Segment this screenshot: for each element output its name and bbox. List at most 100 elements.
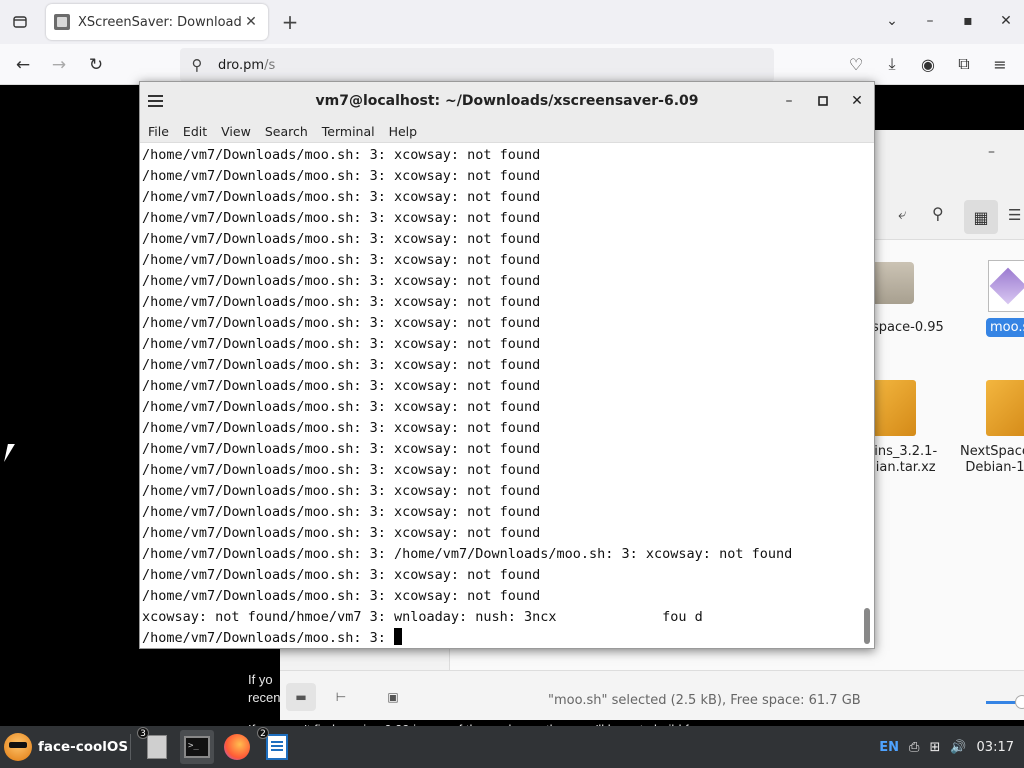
reload-icon[interactable]: ↻ — [83, 52, 109, 78]
file-item-label[interactable]: space-0.95 — [872, 320, 944, 336]
file-manager-icon — [147, 735, 167, 759]
menu-terminal[interactable]: Terminal — [322, 124, 375, 139]
separator — [130, 734, 131, 760]
account-icon[interactable]: ◉ — [916, 52, 940, 76]
tab-title: XScreenSaver: Download — [78, 14, 242, 30]
file-item-label[interactable]: uins_3.2.1- bian.tar.xz — [866, 444, 937, 476]
terminal-line: /home/vm7/Downloads/moo.sh: 3: xcowsay: … — [142, 336, 541, 352]
menu-icon[interactable]: ≡ — [988, 52, 1012, 76]
start-menu-button[interactable]: face-coolOS — [4, 730, 128, 764]
keyboard-layout[interactable]: EN — [879, 740, 899, 755]
terminal-line: /home/vm7/Downloads/moo.sh: 3: xcowsay: … — [142, 189, 541, 205]
terminal-line: /home/vm7/Downloads/moo.sh: 3: xcowsay: … — [142, 378, 541, 394]
mouse-pointer-icon — [4, 444, 15, 462]
forward-icon[interactable]: → — [46, 52, 72, 78]
list-all-tabs-icon[interactable]: ⌄ — [884, 10, 900, 32]
terminal-line: /home/vm7/Downloads/moo.sh: 3: xcowsay: … — [142, 420, 541, 436]
browser-tabbar: XScreenSaver: Download ✕ + ⌄ – ▪ ✕ — [0, 0, 1024, 44]
list-view-icon[interactable]: ☰ — [1008, 206, 1021, 224]
terminal-title: vm7@localhost: ~/Downloads/xscreensaver-… — [315, 93, 699, 109]
menu-help[interactable]: Help — [389, 124, 418, 139]
volume-icon[interactable]: 🔊 — [950, 740, 966, 755]
writer-icon — [266, 734, 288, 760]
terminal-line: /home/vm7/Downloads/moo.sh: 3: xcowsay: … — [142, 252, 541, 268]
terminal-line: /home/vm7/Downloads/moo.sh: 3: xcowsay: … — [142, 588, 541, 604]
scrollbar-thumb[interactable] — [864, 608, 870, 644]
taskbar-terminal-app[interactable]: >_ — [180, 730, 214, 764]
extensions-icon[interactable]: ⧉ — [952, 52, 976, 76]
terminal-line: /home/vm7/Downloads/moo.sh: 3: xcowsay: … — [142, 357, 541, 373]
hamburger-menu-icon[interactable] — [148, 91, 168, 111]
terminal-line: /home/vm7/Downloads/moo.sh: 3: xcowsay: … — [142, 462, 541, 478]
browser-tab[interactable]: XScreenSaver: Download ✕ — [46, 4, 268, 40]
zoom-slider-handle[interactable] — [1015, 695, 1024, 709]
clock[interactable]: 03:17 — [977, 740, 1014, 755]
webpage-text: If yo — [248, 672, 273, 687]
terminal-line: /home/vm7/Downloads/moo.sh: 3: xcowsay: … — [142, 231, 541, 247]
tab-list-icon[interactable] — [8, 10, 32, 34]
terminal-line: /home/vm7/Downloads/moo.sh: 3: xcowsay: … — [142, 441, 541, 457]
sort-icon[interactable]: ⤶ — [898, 205, 906, 223]
terminal-line: /home/vm7/Downloads/moo.sh: 3: xcowsay: … — [142, 147, 541, 163]
terminal-line: /home/vm7/Downloads/moo.sh: 3: xcowsay: … — [142, 168, 541, 184]
terminal-titlebar[interactable]: vm7@localhost: ~/Downloads/xscreensaver-… — [140, 82, 874, 120]
terminal-prompt-line[interactable]: /home/vm7/Downloads/moo.sh: 3: — [142, 628, 402, 645]
close-icon[interactable]: ✕ — [846, 90, 868, 112]
image-file-icon[interactable] — [988, 260, 1024, 312]
window-count-badge: 2 — [257, 727, 269, 739]
pocket-icon[interactable]: ♡ — [844, 52, 868, 76]
maximize-icon[interactable] — [812, 90, 834, 112]
terminal-line: /home/vm7/Downloads/moo.sh: 3: xcowsay: … — [142, 399, 541, 415]
tree-icon[interactable]: ⊢ — [326, 683, 356, 711]
firefox-icon — [224, 734, 250, 760]
file-manager-statusbar: ▬ ⊢ ▣ "moo.sh" selected (2.5 kB), Free s… — [280, 670, 1024, 720]
webpage-text: recen — [248, 690, 281, 705]
grid-view-icon[interactable]: ▦ — [964, 200, 998, 234]
window-count-badge: 3 — [137, 727, 149, 739]
url-bar[interactable]: ⚲ dro.pm/s — [180, 48, 774, 82]
downloads-icon[interactable]: ⤓ — [880, 52, 904, 76]
terminal-line: /home/vm7/Downloads/moo.sh: 3: xcowsay: … — [142, 525, 541, 541]
terminal-line: /home/vm7/Downloads/moo.sh: 3: /home/vm7… — [142, 546, 793, 562]
terminal-line-garbled: xcowsay: not found/hmoe/vm7 3: wnloaday:… — [142, 609, 703, 625]
network-icon[interactable]: ⊞ — [929, 740, 940, 755]
new-tab-button[interactable]: + — [278, 10, 302, 34]
text-cursor — [393, 628, 402, 645]
menu-edit[interactable]: Edit — [183, 124, 207, 139]
menu-file[interactable]: File — [148, 124, 169, 139]
favicon-icon — [54, 14, 70, 30]
terminal-line: /home/vm7/Downloads/moo.sh: 3: xcowsay: … — [142, 294, 541, 310]
terminal-line: /home/vm7/Downloads/moo.sh: 3: xcowsay: … — [142, 315, 541, 331]
preview-icon[interactable]: ▣ — [378, 683, 408, 711]
taskbar-writer-app[interactable]: 2 — [257, 727, 294, 764]
menu-view[interactable]: View — [221, 124, 251, 139]
file-item-label-selected[interactable]: moo.s — [986, 318, 1024, 337]
menu-search[interactable]: Search — [265, 124, 308, 139]
search-icon[interactable]: ⚲ — [932, 204, 944, 223]
minimize-icon[interactable]: – — [922, 10, 938, 32]
file-item-label[interactable]: NextSpace Debian-1 — [960, 444, 1024, 476]
printer-icon[interactable]: ⎙ — [909, 740, 919, 755]
minimize-icon[interactable]: – — [778, 90, 800, 112]
taskbar-files-app[interactable]: 3 — [137, 727, 174, 764]
browser-navbar: ← → ↻ ⚲ dro.pm/s ♡ ⤓ ◉ ⧉ ≡ — [0, 44, 1024, 85]
places-icon[interactable]: ▬ — [286, 683, 316, 711]
close-tab-icon[interactable]: ✕ — [242, 13, 260, 31]
terminal-output[interactable]: /home/vm7/Downloads/moo.sh: 3: xcowsay: … — [142, 145, 860, 645]
minimize-icon[interactable]: – — [988, 144, 995, 160]
terminal-line: /home/vm7/Downloads/moo.sh: 3: xcowsay: … — [142, 483, 541, 499]
search-icon: ⚲ — [191, 56, 203, 74]
terminal-window[interactable]: vm7@localhost: ~/Downloads/xscreensaver-… — [139, 81, 875, 649]
close-window-icon[interactable]: ✕ — [998, 10, 1014, 32]
back-icon[interactable]: ← — [10, 52, 36, 78]
taskbar-firefox-app[interactable] — [220, 730, 254, 764]
maximize-icon[interactable]: ▪ — [960, 10, 976, 32]
url-text[interactable]: dro.pm/s — [218, 58, 275, 73]
package-icon[interactable] — [872, 380, 916, 436]
folder-icon[interactable] — [870, 262, 914, 304]
package-icon[interactable] — [986, 380, 1024, 436]
cool-face-logo-icon — [4, 733, 32, 761]
terminal-menubar: File Edit View Search Terminal Help — [140, 120, 874, 143]
prompt-text: /home/vm7/Downloads/moo.sh: 3: — [142, 630, 394, 645]
terminal-line: /home/vm7/Downloads/moo.sh: 3: xcowsay: … — [142, 273, 541, 289]
